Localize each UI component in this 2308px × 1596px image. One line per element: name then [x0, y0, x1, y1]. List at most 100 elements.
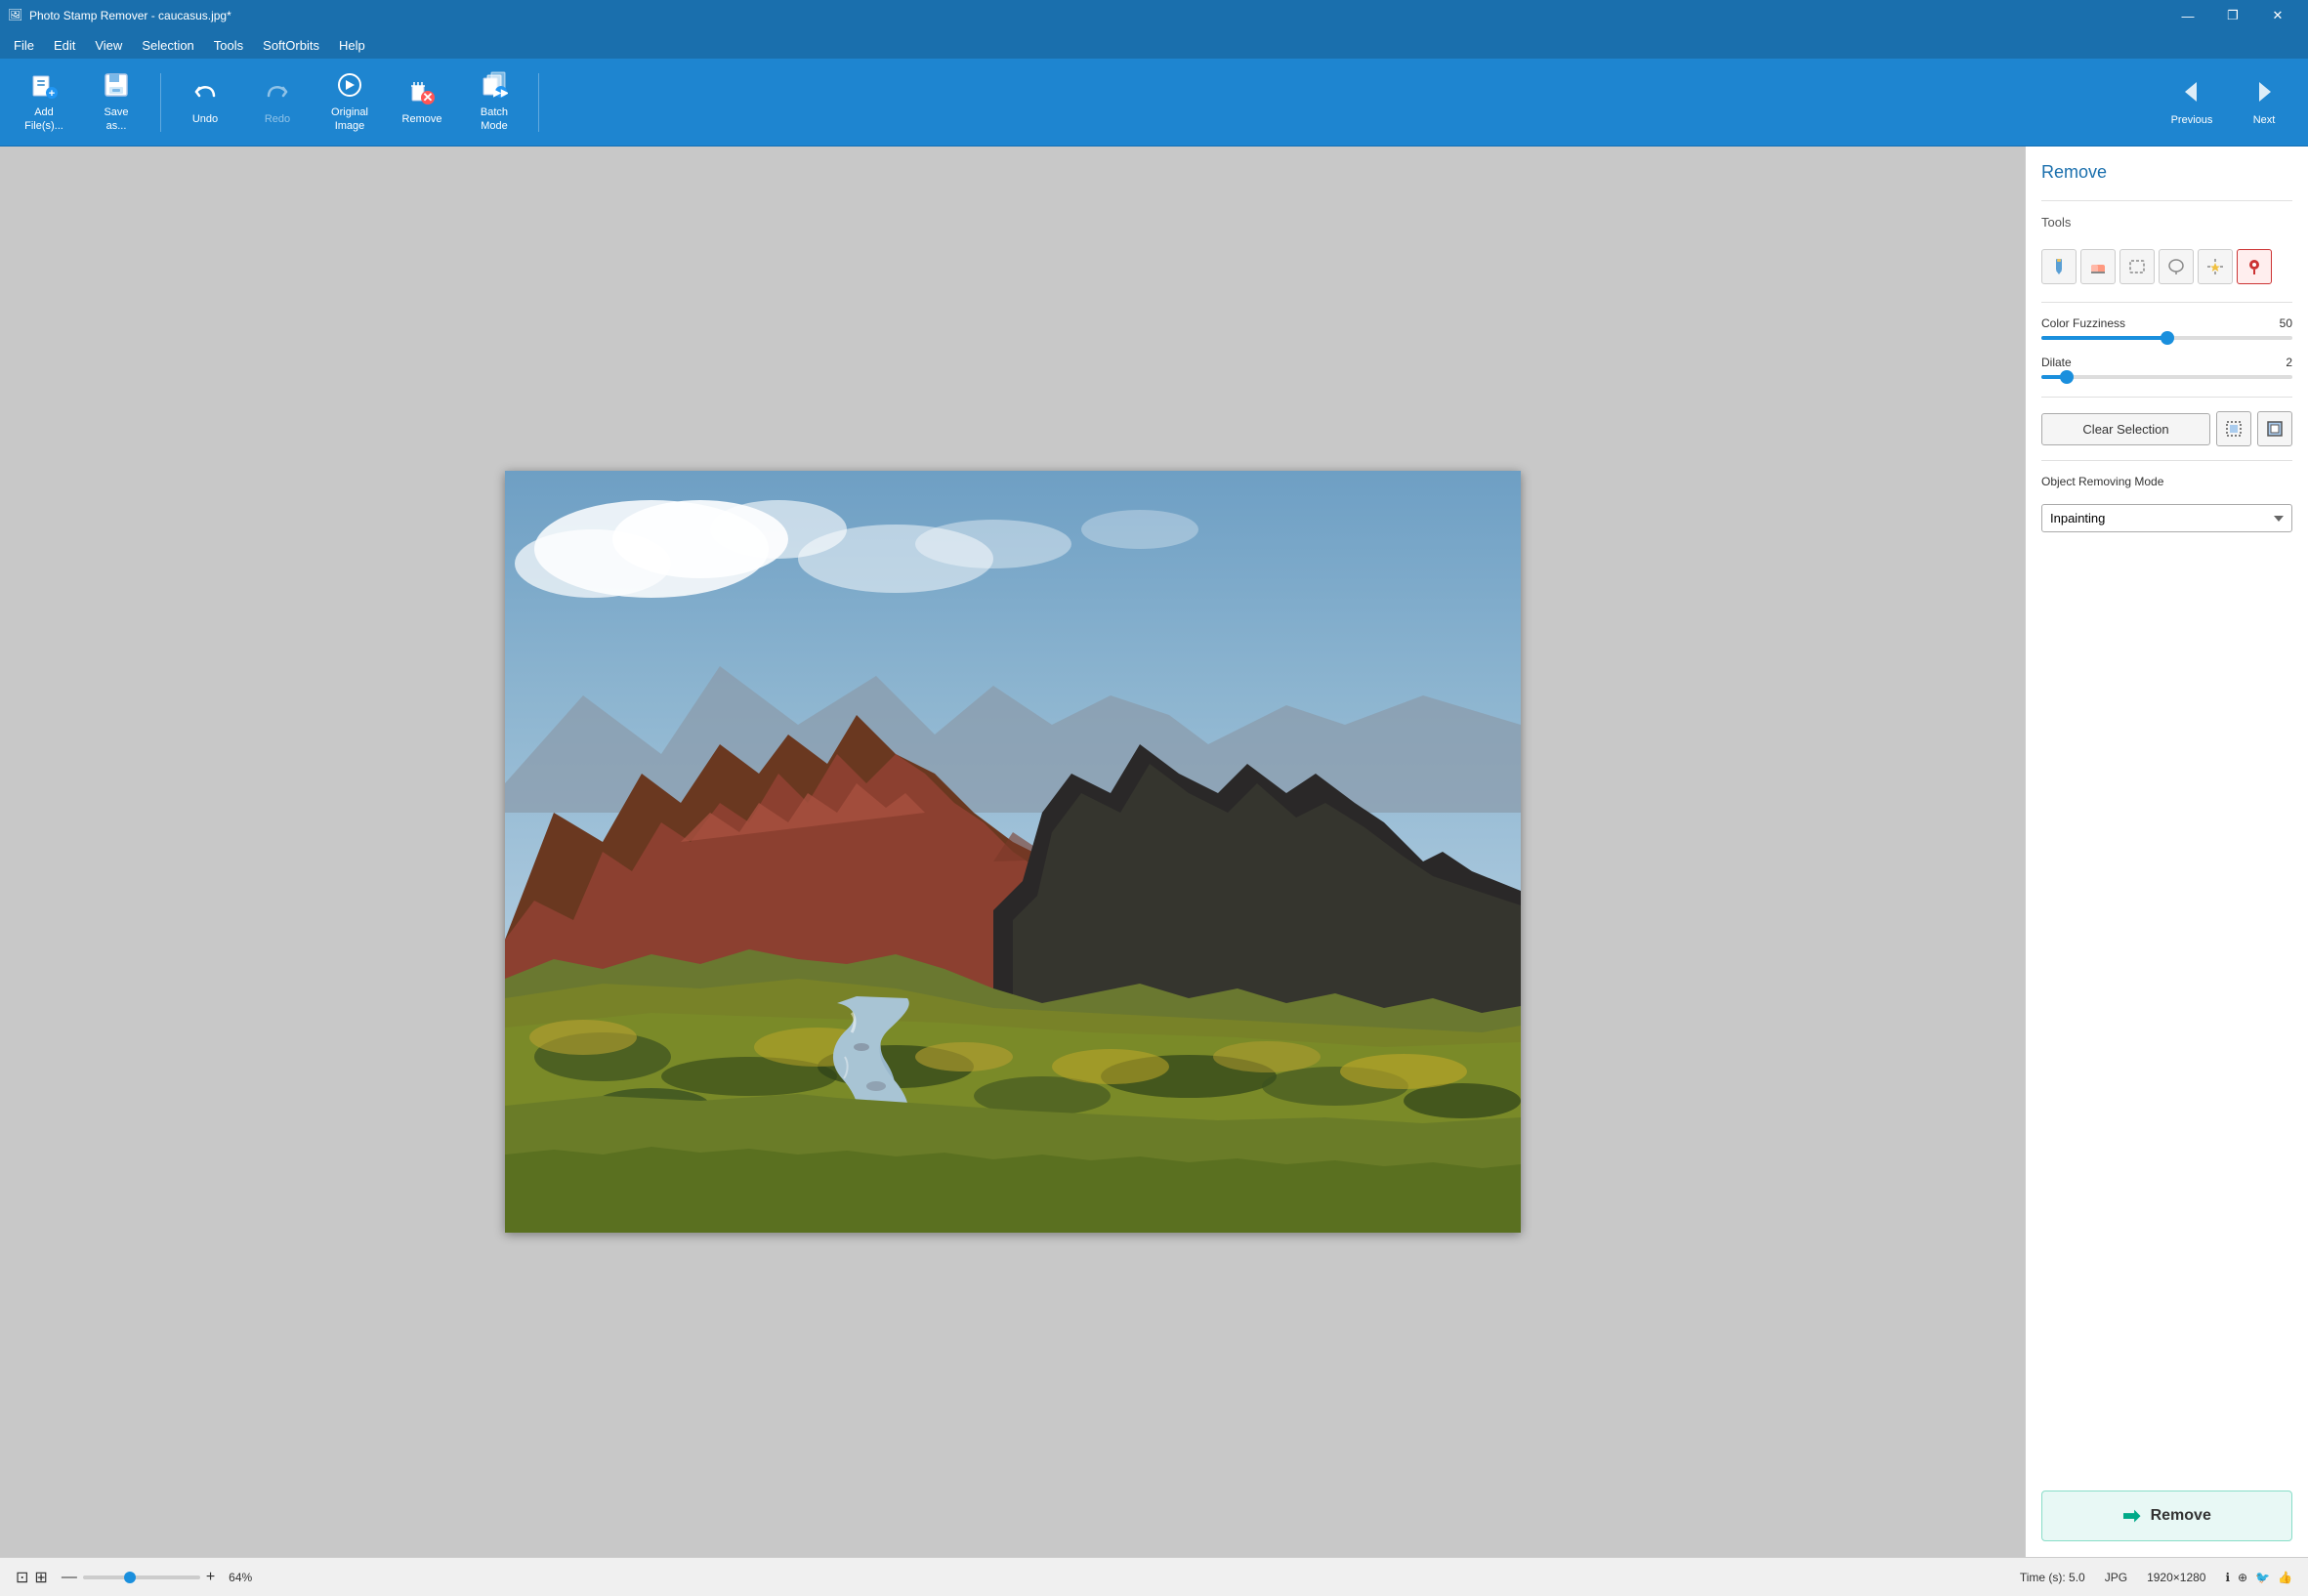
- tools-section-label: Tools: [2041, 215, 2292, 230]
- tool-eraser[interactable]: [2080, 249, 2116, 284]
- menu-file[interactable]: File: [4, 34, 44, 57]
- window-title: Photo Stamp Remover - caucasus.jpg*: [29, 9, 2165, 22]
- color-fuzziness-slider-row: Color Fuzziness 50: [2041, 316, 2292, 340]
- menu-bar: File Edit View Selection Tools SoftOrbit…: [0, 31, 2308, 59]
- dimensions-display: 1920×1280: [2147, 1571, 2205, 1584]
- image-container[interactable]: [505, 471, 1521, 1233]
- batch-mode-label: BatchMode: [481, 106, 508, 132]
- zoom-value: 64%: [229, 1571, 252, 1584]
- menu-selection[interactable]: Selection: [132, 34, 203, 57]
- undo-label: Undo: [192, 113, 218, 126]
- tool-pin[interactable]: [2237, 249, 2272, 284]
- zoom-slider[interactable]: [83, 1575, 200, 1579]
- add-files-button[interactable]: + AddFile(s)...: [10, 64, 78, 141]
- menu-softorbits[interactable]: SoftOrbits: [253, 34, 329, 57]
- undo-button[interactable]: Undo: [171, 64, 239, 141]
- toolbar-sep-2: [538, 73, 539, 132]
- time-display: Time (s): 5.0: [2020, 1571, 2085, 1584]
- twitter-icon[interactable]: 🐦: [2255, 1571, 2270, 1584]
- invert-selection-button[interactable]: [2257, 411, 2292, 446]
- dilate-label: Dilate: [2041, 356, 2072, 369]
- remove-toolbar-button[interactable]: ✕ Remove: [388, 64, 456, 141]
- tools-row: [2041, 249, 2292, 284]
- redo-button[interactable]: Redo: [243, 64, 312, 141]
- next-label: Next: [2253, 114, 2276, 127]
- share-icon[interactable]: ⊕: [2238, 1571, 2247, 1584]
- tool-lasso[interactable]: [2159, 249, 2194, 284]
- previous-button[interactable]: Previous: [2158, 64, 2226, 141]
- color-fuzziness-track[interactable]: [2041, 336, 2292, 340]
- removing-mode-select[interactable]: Inpainting Content-Aware Fill Smear: [2041, 504, 2292, 532]
- next-button[interactable]: Next: [2230, 64, 2298, 141]
- remove-label: Remove: [402, 113, 442, 126]
- removing-mode-label: Object Removing Mode: [2041, 475, 2292, 488]
- color-fuzziness-header: Color Fuzziness 50: [2041, 316, 2292, 330]
- status-bar: ⊡ ⊞ — + 64% Time (s): 5.0 JPG 1920×1280 …: [0, 1557, 2308, 1596]
- panel-title: Remove: [2041, 162, 2292, 183]
- select-all-button[interactable]: [2216, 411, 2251, 446]
- clear-selection-button[interactable]: Clear Selection: [2041, 413, 2210, 445]
- menu-edit[interactable]: Edit: [44, 34, 85, 57]
- dilate-track[interactable]: [2041, 375, 2292, 379]
- redo-icon: [264, 78, 291, 109]
- right-panel: Remove Tools: [2025, 147, 2308, 1557]
- title-bar: 🖼 Photo Stamp Remover - caucasus.jpg* — …: [0, 0, 2308, 31]
- original-image-icon: [336, 71, 363, 103]
- add-files-icon: +: [30, 71, 58, 103]
- panel-spacer: [2041, 544, 2292, 1479]
- batch-mode-button[interactable]: ▶▶ BatchMode: [460, 64, 528, 141]
- toolbar-sep-1: [160, 73, 161, 132]
- previous-icon: [2177, 77, 2206, 110]
- close-button[interactable]: ✕: [2255, 0, 2300, 31]
- toolbar: + AddFile(s)... Saveas... Undo: [0, 59, 2308, 147]
- dilate-header: Dilate 2: [2041, 356, 2292, 369]
- zoom-thumb[interactable]: [124, 1572, 136, 1583]
- zoom-fit-button[interactable]: ⊡: [16, 1568, 28, 1587]
- social-icon[interactable]: 👍: [2278, 1571, 2292, 1584]
- dilate-value: 2: [2286, 356, 2292, 369]
- zoom-out-button[interactable]: —: [62, 1569, 77, 1586]
- remove-icon: ✕: [408, 78, 436, 109]
- dilate-slider-row: Dilate 2: [2041, 356, 2292, 379]
- panel-divider-4: [2041, 460, 2292, 461]
- minimize-button[interactable]: —: [2165, 0, 2210, 31]
- tool-rect-select[interactable]: [2119, 249, 2155, 284]
- dilate-thumb[interactable]: [2060, 370, 2074, 384]
- canvas-area[interactable]: [0, 147, 2025, 1557]
- save-as-button[interactable]: Saveas...: [82, 64, 150, 141]
- status-bar-right: Time (s): 5.0 JPG 1920×1280 ℹ ⊕ 🐦 👍: [2020, 1571, 2292, 1584]
- svg-text:✕: ✕: [423, 90, 434, 105]
- main-area: Remove Tools: [0, 147, 2308, 1557]
- app-icon: 🖼: [8, 8, 23, 23]
- format-display: JPG: [2105, 1571, 2127, 1584]
- color-fuzziness-thumb[interactable]: [2161, 331, 2174, 345]
- original-image-button[interactable]: OriginalImage: [315, 64, 384, 141]
- color-fuzziness-value: 50: [2280, 316, 2292, 330]
- info-icon[interactable]: ℹ: [2225, 1571, 2230, 1584]
- status-icons: ℹ ⊕ 🐦 👍: [2225, 1571, 2292, 1584]
- remove-button[interactable]: ➡ Remove: [2041, 1491, 2292, 1541]
- tool-marker[interactable]: [2041, 249, 2077, 284]
- menu-help[interactable]: Help: [329, 34, 375, 57]
- restore-button[interactable]: ❐: [2210, 0, 2255, 31]
- svg-text:▶▶: ▶▶: [492, 88, 508, 99]
- zoom-controls: ⊡ ⊞ — + 64%: [16, 1568, 252, 1587]
- clear-selection-row: Clear Selection: [2041, 411, 2292, 446]
- save-as-icon: [103, 71, 130, 103]
- undo-icon: [191, 78, 219, 109]
- menu-tools[interactable]: Tools: [204, 34, 253, 57]
- original-image-label: OriginalImage: [331, 106, 368, 132]
- menu-view[interactable]: View: [85, 34, 132, 57]
- zoom-plus-button[interactable]: +: [206, 1569, 215, 1586]
- color-fuzziness-fill: [2041, 336, 2167, 340]
- remove-arrow-icon: ➡: [2122, 1503, 2140, 1529]
- svg-text:+: +: [49, 88, 55, 99]
- tool-magic-wand[interactable]: [2198, 249, 2233, 284]
- next-icon: [2249, 77, 2279, 110]
- zoom-actual-button[interactable]: ⊞: [34, 1568, 47, 1587]
- batch-mode-icon: ▶▶: [481, 71, 508, 103]
- panel-divider-3: [2041, 397, 2292, 398]
- add-files-label: AddFile(s)...: [24, 106, 63, 132]
- status-bar-left: ⊡ ⊞ — + 64%: [16, 1568, 252, 1587]
- save-as-label: Saveas...: [104, 106, 128, 132]
